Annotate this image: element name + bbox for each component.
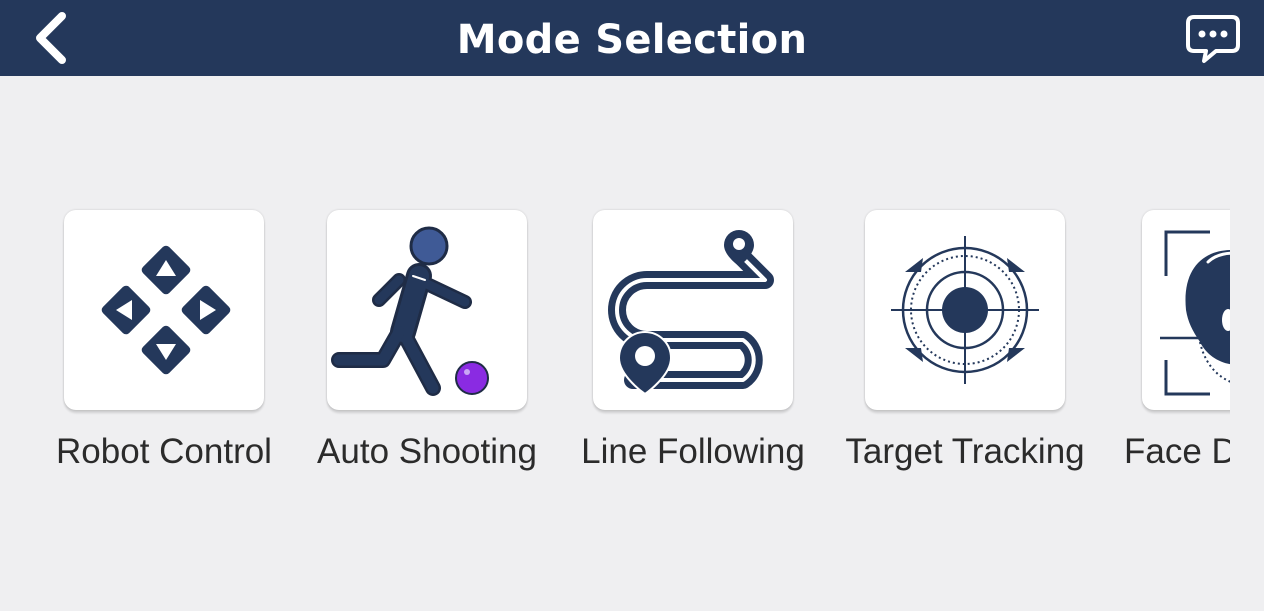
mode-card-auto-shooting[interactable]: Auto Shooting (307, 200, 547, 490)
mode-tile (1142, 210, 1230, 410)
mode-label: Target Tracking (845, 432, 1085, 471)
chat-button[interactable] (1184, 12, 1242, 66)
mode-tile (327, 210, 527, 410)
mode-card-robot-control[interactable]: Robot Control (44, 200, 284, 490)
soccer-player-icon (331, 226, 489, 396)
top-bar: Mode Selection (0, 0, 1264, 76)
mode-card-face-detection[interactable]: Face D (1102, 200, 1230, 490)
mode-label: Face D (1124, 432, 1230, 471)
mode-label: Line Following (581, 432, 805, 471)
mode-card-line-following[interactable]: Line Following (573, 200, 813, 490)
mode-label: Auto Shooting (317, 432, 537, 471)
mode-card-target-tracking[interactable]: Target Tracking (845, 200, 1085, 490)
back-button[interactable] (24, 6, 84, 70)
route-path-icon (608, 230, 774, 396)
page-title: Mode Selection (456, 17, 808, 63)
chevron-left-icon (36, 12, 66, 64)
mode-tile (64, 210, 264, 410)
direction-pad-icon (101, 245, 231, 375)
mode-tile (865, 210, 1065, 410)
chat-bubble-icon (1186, 15, 1240, 63)
mode-tile (593, 210, 793, 410)
mode-label: Robot Control (56, 432, 272, 471)
crosshair-target-icon (891, 236, 1039, 384)
mode-list: Robot Control Auto Shooting Line Followi… (0, 200, 1230, 500)
face-detection-icon (1160, 230, 1230, 396)
